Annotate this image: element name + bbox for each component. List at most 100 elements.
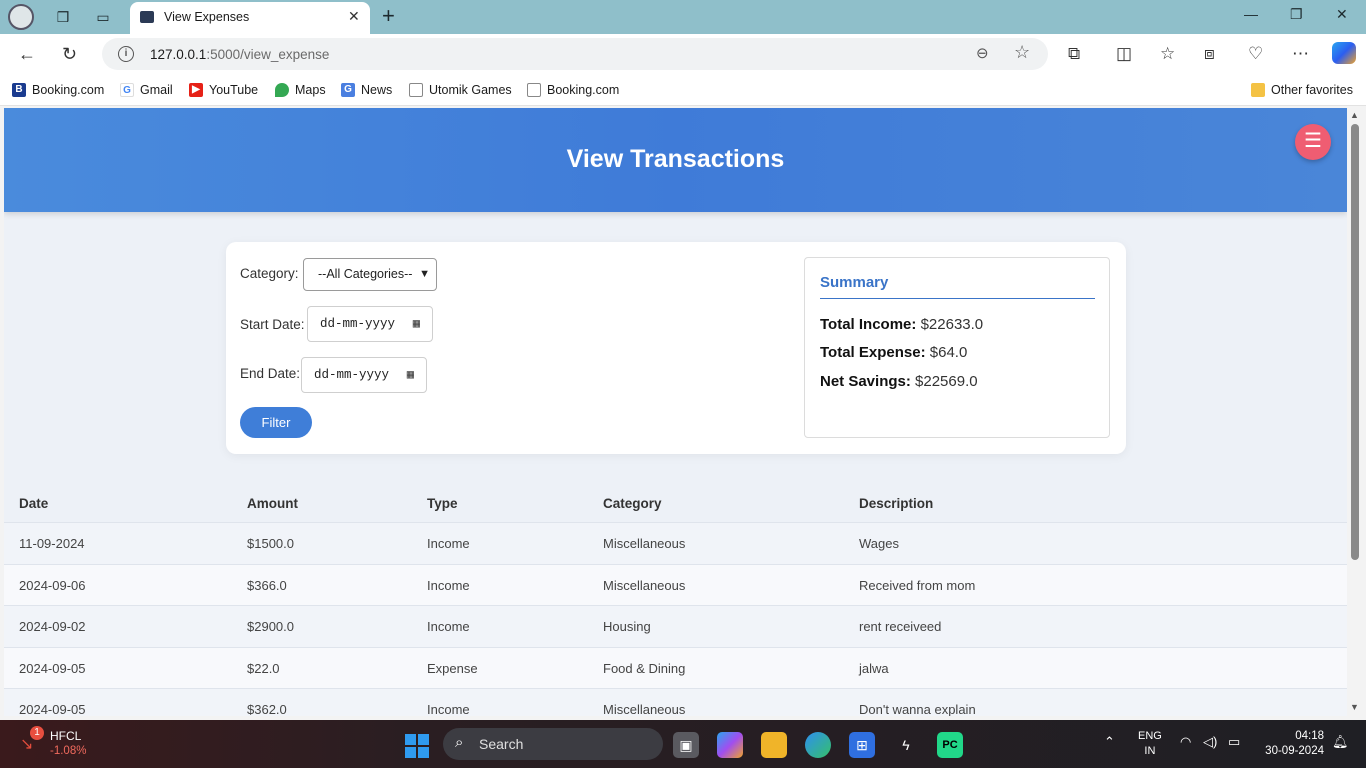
booking-icon: B (12, 83, 26, 97)
tray-overflow-icon[interactable]: ⌃ (1104, 734, 1115, 750)
restore-icon[interactable]: ❐ (1290, 6, 1303, 23)
cell-date: 2024-09-02 (19, 619, 86, 634)
page-scrollbar[interactable]: ▲ ▼ (1348, 108, 1362, 716)
refresh-icon[interactable]: ↻ (62, 44, 77, 65)
profile-avatar-icon[interactable] (8, 4, 34, 30)
site-info-icon[interactable]: i (118, 46, 134, 62)
window-close-icon[interactable]: ✕ (1336, 6, 1348, 23)
more-menu-icon[interactable]: ⋯ (1292, 44, 1309, 64)
cell-category: Miscellaneous (603, 702, 686, 716)
cell-description: Wages (859, 536, 899, 551)
summary-divider (820, 298, 1095, 299)
cell-date: 11-09-2024 (19, 536, 85, 551)
cell-category: Miscellaneous (603, 577, 686, 593)
fav-other-favorites[interactable]: Other favorites (1251, 83, 1353, 97)
start-date-input[interactable]: dd-mm-yyyy ▦ (307, 306, 433, 342)
maps-icon (275, 83, 289, 97)
header-type: Type (427, 496, 458, 511)
tab-actions-icon[interactable]: ▭ (92, 6, 114, 28)
cell-amount: $366.0 (247, 577, 287, 593)
calendar-icon[interactable]: ▦ (413, 307, 420, 341)
lang-region: IN (1144, 745, 1156, 757)
youtube-icon: ▶ (189, 83, 203, 97)
header-description: Description (859, 496, 934, 511)
fav-booking-2[interactable]: Booking.com (527, 83, 619, 97)
copilot-icon[interactable] (1332, 42, 1356, 64)
cell-description: Received from mom (859, 577, 976, 593)
favorite-star-icon[interactable]: ☆ (1014, 42, 1030, 63)
end-date-label: End Date: (240, 366, 301, 381)
windows-start-icon[interactable] (405, 734, 429, 758)
fav-news[interactable]: G News (341, 83, 392, 97)
search-icon: ⌕ (455, 734, 464, 751)
fav-booking[interactable]: B Booking.com (12, 83, 104, 97)
browser-essentials-icon[interactable]: ♡ (1248, 44, 1263, 64)
notification-bell-icon[interactable]: 🔔︎ (1332, 734, 1349, 750)
battery-icon[interactable]: ▭ (1228, 734, 1240, 750)
url-text: 127.0.0.1:5000/view_expense (150, 47, 330, 62)
address-bar-row: ← ↻ i 127.0.0.1:5000/view_expense ⊖ ☆ ⧉ … (0, 34, 1366, 76)
minimize-icon[interactable]: — (1244, 6, 1258, 22)
filter-card: Category: --All Categories-- ▼ Start Dat… (226, 242, 1126, 454)
back-icon[interactable]: ← (18, 44, 36, 65)
cell-category: Food & Dining (603, 660, 686, 676)
folder-icon (1251, 83, 1265, 97)
filter-button[interactable]: Filter (240, 407, 312, 438)
stock-name: HFCL (50, 729, 82, 743)
cell-date: 2024-09-05 (19, 702, 86, 716)
fav-maps[interactable]: Maps (275, 83, 326, 97)
edge-browser-icon[interactable] (805, 732, 831, 758)
header-date: Date (19, 496, 49, 511)
end-date-input[interactable]: dd-mm-yyyy ▦ (301, 357, 427, 393)
cell-date: 2024-09-05 (19, 660, 86, 676)
cell-amount: $1500.0 (247, 536, 294, 551)
store-icon[interactable]: ⊞ (849, 732, 875, 758)
cell-type: Income (427, 702, 470, 716)
fav-gmail[interactable]: G Gmail (120, 83, 173, 97)
zoom-out-icon[interactable]: ⊖ (976, 44, 989, 62)
notification-badge: 1 (30, 726, 44, 740)
category-selected-value: --All Categories-- (318, 267, 413, 281)
wifi-icon[interactable]: ◠ (1180, 734, 1191, 750)
hamburger-menu-button[interactable]: ☰ (1295, 124, 1331, 160)
header-amount: Amount (247, 496, 298, 511)
fav-youtube[interactable]: ▶ YouTube (189, 83, 258, 97)
tab-close-icon[interactable]: ✕ (348, 8, 360, 25)
split-screen-icon[interactable]: ◫ (1116, 44, 1132, 64)
extensions-icon[interactable]: ⧉ (1068, 44, 1080, 64)
category-select[interactable]: --All Categories-- ▼ (303, 258, 437, 291)
fav-utomik[interactable]: Utomik Games (409, 83, 512, 97)
terminal-app-icon[interactable]: ϟ (893, 732, 919, 758)
scroll-down-arrow-icon[interactable]: ▼ (1350, 702, 1359, 712)
language-indicator[interactable]: ENG IN (1138, 729, 1162, 759)
cell-type: Income (427, 577, 470, 593)
tab-title: View Expenses (164, 10, 250, 24)
cell-amount: $22.0 (247, 660, 280, 676)
calendar-icon[interactable]: ▦ (407, 358, 414, 392)
system-clock[interactable]: 04:18 30-09-2024 (1262, 729, 1324, 759)
end-date-placeholder: dd-mm-yyyy (314, 368, 390, 382)
collections-icon[interactable]: ⧈ (1204, 44, 1215, 64)
volume-icon[interactable]: ◁) (1203, 734, 1217, 750)
copilot-app-icon[interactable] (717, 732, 743, 758)
favorites-icon[interactable]: ☆ (1160, 44, 1175, 64)
scroll-up-arrow-icon[interactable]: ▲ (1350, 110, 1359, 120)
url-field[interactable]: i 127.0.0.1:5000/view_expense ⊖ ☆ (102, 38, 1048, 70)
table-row: 2024-09-05 $362.0 Income Miscellaneous D… (4, 689, 1347, 716)
cell-amount: $2900.0 (247, 619, 294, 634)
file-explorer-icon[interactable] (761, 732, 787, 758)
tab-view-expenses[interactable]: View Expenses ✕ (130, 2, 370, 34)
scroll-thumb[interactable] (1351, 124, 1359, 560)
stock-change: -1.08% (50, 745, 87, 757)
cell-description: jalwa (859, 660, 889, 676)
new-tab-icon[interactable]: + (382, 4, 395, 28)
table-row: 11-09-2024 $1500.0 Income Miscellaneous … (4, 523, 1347, 565)
pycharm-icon[interactable]: PC (937, 732, 963, 758)
taskbar-search[interactable]: ⌕ Search (443, 728, 663, 760)
cell-description: rent receiveed (859, 619, 942, 634)
page-header: View Transactions ☰ (4, 108, 1347, 212)
task-view-icon[interactable]: ▣ (673, 732, 699, 758)
browser-tab-bar: ❒ ▭ View Expenses ✕ + — ❐ ✕ (0, 0, 1366, 34)
workspaces-icon[interactable]: ❒ (52, 6, 74, 28)
cell-category: Housing (603, 619, 651, 634)
